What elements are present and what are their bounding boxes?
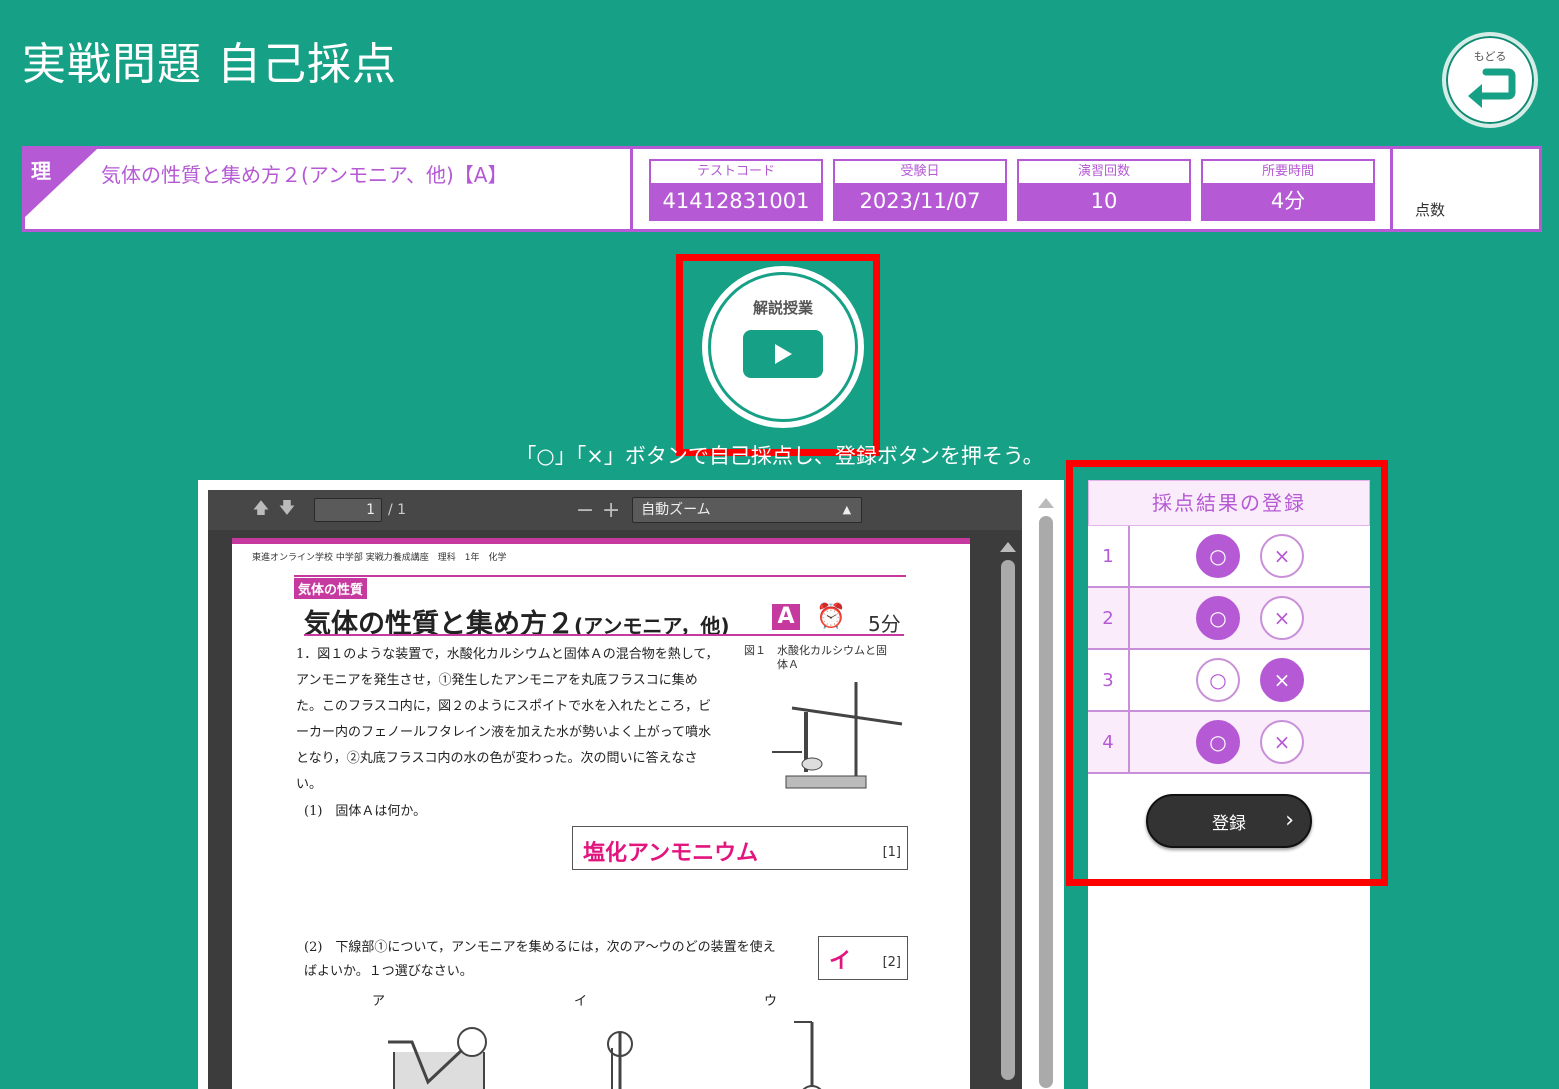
back-button-label: もどる xyxy=(1473,50,1507,63)
page-total: / 1 xyxy=(388,502,407,518)
play-button-box xyxy=(743,330,823,378)
register-button[interactable]: 登録 › xyxy=(1146,794,1312,848)
correct-button[interactable]: ○ xyxy=(1196,720,1240,764)
test-title: 気体の性質と集め方２(アンモニア、他)【A】 xyxy=(101,163,508,187)
chevron-right-icon: › xyxy=(1285,808,1294,833)
next-page-icon[interactable]: 🡇 xyxy=(274,497,300,523)
pdf-viewer-frame: 🡅 🡇 1 / 1 − + 自動ズーム ▲ 東進オンライン学校 中学部 実戦力養… xyxy=(198,480,1064,1089)
question-number: 4 xyxy=(1088,712,1130,772)
answer-2-points: [2] xyxy=(882,955,901,970)
page-scrollbar[interactable] xyxy=(1036,498,1056,1088)
test-info-bar: 理 気体の性質と集め方２(アンモニア、他)【A】 テストコード 41412831… xyxy=(22,146,1542,232)
grading-row: 3 ○ × xyxy=(1088,650,1370,712)
wrong-button[interactable]: × xyxy=(1260,534,1304,578)
meta-time-taken: 所要時間 4分 xyxy=(1201,159,1375,221)
test-meta: テストコード 41412831001 受験日 2023/11/07 演習回数 1… xyxy=(633,149,1393,229)
meta-test-code: テストコード 41412831001 xyxy=(649,159,823,221)
pdf-viewer: 🡅 🡇 1 / 1 − + 自動ズーム ▲ 東進オンライン学校 中学部 実戦力養… xyxy=(208,490,1022,1089)
return-arrow-icon xyxy=(1468,68,1516,108)
scroll-up-icon[interactable] xyxy=(1000,542,1016,552)
wrong-button[interactable]: × xyxy=(1260,596,1304,640)
back-button[interactable]: もどる xyxy=(1442,32,1538,128)
score-label: 点数 xyxy=(1415,201,1446,219)
question-number: 1 xyxy=(1088,526,1130,586)
grading-row: 1 ○ × xyxy=(1088,526,1370,588)
question-number: 2 xyxy=(1088,588,1130,648)
document-scrollbar[interactable] xyxy=(998,542,1018,1089)
document-scroll-thumb[interactable] xyxy=(1001,560,1015,1080)
doc-category: 気体の性質 xyxy=(294,578,368,599)
pdf-page: 東進オンライン学校 中学部 実戦力養成講座 理科 1年 化学 気体の性質 気体の… xyxy=(232,538,970,1089)
explanation-video-button[interactable]: 解説授業 xyxy=(708,272,858,422)
answer-box-2: イ [2] xyxy=(818,936,908,980)
zoom-in-icon[interactable]: + xyxy=(598,497,624,523)
grading-row: 2 ○ × xyxy=(1088,588,1370,650)
zoom-select[interactable]: 自動ズーム ▲ xyxy=(632,497,863,523)
doc-time: 5分 xyxy=(868,612,901,636)
answer-2: イ xyxy=(829,949,852,974)
answer-1: 塩化アンモニウム xyxy=(583,841,759,866)
select-arrows-icon: ▲ xyxy=(842,503,852,516)
meta-exam-date: 受験日 2023/11/07 xyxy=(833,159,1007,221)
category-line xyxy=(294,575,906,577)
title-rule xyxy=(304,634,904,636)
grading-panel: 採点結果の登録 1 ○ × 2 ○ × 3 ○ × 4 ○ × 登録 › xyxy=(1088,480,1370,1089)
answer-box-1: 塩化アンモニウム [1] xyxy=(572,826,908,870)
wrong-button[interactable]: × xyxy=(1260,658,1304,702)
page-number-input[interactable]: 1 xyxy=(314,498,382,522)
correct-button[interactable]: ○ xyxy=(1196,658,1240,702)
page-scroll-up-icon[interactable] xyxy=(1038,498,1054,508)
page-scroll-thumb[interactable] xyxy=(1039,516,1053,1088)
score-cell: 点数 xyxy=(1393,149,1539,229)
correct-button[interactable]: ○ xyxy=(1196,534,1240,578)
subject-cell: 理 気体の性質と集め方２(アンモニア、他)【A】 xyxy=(25,149,633,229)
answer-1-points: [1] xyxy=(882,845,901,860)
grading-row: 4 ○ × xyxy=(1088,712,1370,774)
doc-header: 東進オンライン学校 中学部 実戦力養成講座 理科 1年 化学 xyxy=(252,553,507,563)
subject-code: 理 xyxy=(31,159,51,183)
question-1-1: (1) 固体Ａは何か。 xyxy=(304,804,427,819)
grading-title: 採点結果の登録 xyxy=(1088,480,1370,526)
video-button-label: 解説授業 xyxy=(752,299,813,317)
doc-level-badge: A xyxy=(772,604,800,630)
correct-button[interactable]: ○ xyxy=(1196,596,1240,640)
page-title: 実戦問題 自己採点 xyxy=(22,39,397,90)
question-1-text: 1．図１のような装置で，水酸化カルシウムと固体Ａの混合物を熱して，アンモニアを発… xyxy=(296,647,719,792)
register-button-label: 登録 xyxy=(1212,813,1246,834)
option-figures xyxy=(388,1021,822,1089)
zoom-out-icon[interactable]: − xyxy=(572,497,598,523)
pdf-toolbar: 🡅 🡇 1 / 1 − + 自動ズーム ▲ xyxy=(208,490,1022,530)
wrong-button[interactable]: × xyxy=(1260,720,1304,764)
figure-label: 図１ 水酸化カルシウムと固体Ａ xyxy=(744,644,887,671)
question-1-2: (2) 下線部①について，アンモニアを集めるには，次のア～ウのどの装置を使えばよ… xyxy=(304,940,776,979)
meta-attempts: 演習回数 10 xyxy=(1017,159,1191,221)
alarm-clock-icon: ⏰ xyxy=(816,602,846,630)
play-icon xyxy=(775,344,792,364)
instruction-text: 「○」「×」ボタンで自己採点し、登録ボタンを押そう。 xyxy=(515,444,1044,468)
previous-page-icon[interactable]: 🡅 xyxy=(248,497,274,523)
apparatus-figure xyxy=(772,682,903,789)
question-number: 3 xyxy=(1088,650,1130,710)
